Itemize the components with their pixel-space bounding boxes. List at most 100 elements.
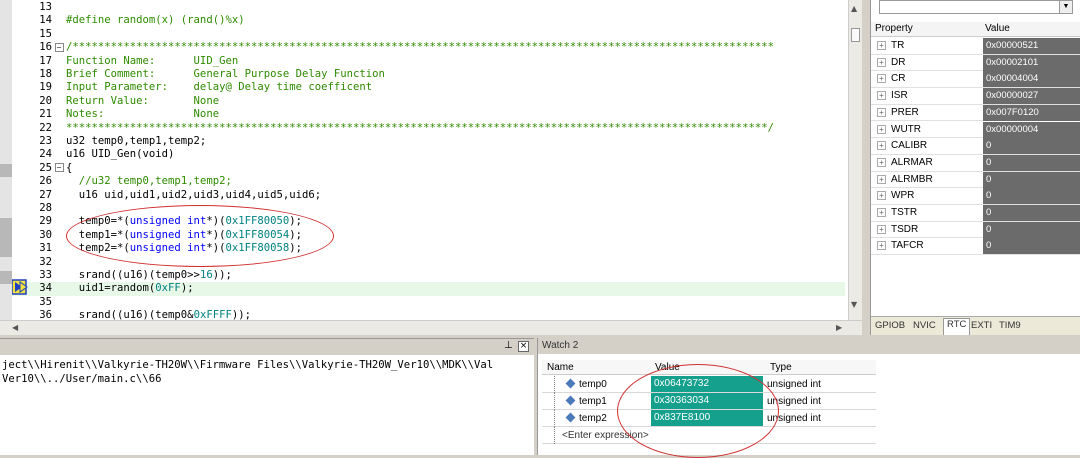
fold-gutter: − [52,162,66,175]
code-line[interactable]: 33 srand((u16)(temp0>>16)); [12,269,232,282]
watch-grid-header: Name Value Type [542,360,876,375]
collapse-icon[interactable]: − [54,163,64,173]
property-value[interactable]: 0 [983,238,1080,255]
code-token: 0x1FF80058 [225,242,290,255]
tab-nvic[interactable]: NVIC [913,320,936,331]
property-value[interactable]: 0 [983,171,1080,188]
code-editor[interactable]: 13 14 #define random(x) (rand()%x) 15 16−/**… [0,0,862,335]
property-value[interactable]: 0x00002101 [983,54,1080,71]
expand-icon[interactable]: + [877,191,886,201]
property-row[interactable]: + PRER 0x007F0120 [871,104,1080,122]
code-text: srand((u16)(temp0>>16)); [66,269,232,281]
code-line[interactable]: 32 [12,256,66,269]
watch-row[interactable]: temp0 0x06473732 unsigned int [542,376,876,393]
property-row[interactable]: + TAFCR 0 [871,238,1080,256]
tree-line [554,376,555,393]
editor-horizontal-scrollbar[interactable]: ◀ ▶ [0,320,862,335]
enter-expression-input[interactable]: <Enter expression> [562,430,649,441]
scroll-down-icon[interactable]: ▼ [851,300,857,309]
scroll-left-icon[interactable]: ◀ [12,323,18,332]
expand-icon[interactable]: + [877,91,886,101]
property-row[interactable]: + CALIBR 0 [871,138,1080,155]
property-row[interactable]: + TR 0x00000521 [871,38,1080,55]
property-row[interactable]: + TSDR 0 [871,221,1080,239]
code-line[interactable]: 25−{ [12,162,72,175]
expand-icon[interactable]: + [877,107,886,117]
property-value[interactable]: 0 [983,154,1080,171]
close-icon[interactable]: × [518,341,529,352]
code-line[interactable]: 26 //u32 temp0,temp1,temp2; [12,175,232,188]
tab-rtc[interactable]: RTC [943,318,971,335]
expand-icon[interactable]: + [877,224,886,234]
expand-icon[interactable]: + [877,241,886,251]
property-row[interactable]: + TSTR 0 [871,205,1080,222]
property-row[interactable]: + WUTR 0x00000004 [871,121,1080,139]
code-line[interactable]: 35 [12,296,66,309]
code-line[interactable]: 18 Brief Comment: General Purpose Delay F… [12,68,385,81]
code-line[interactable]: 19 Input Parameter: delay@ Delay time coe… [12,81,372,94]
watch-value[interactable]: 0x06473732 [651,376,763,392]
peripheral-select[interactable]: ▼ [879,0,1073,14]
expand-icon[interactable]: + [877,141,886,151]
property-row[interactable]: + WPR 0 [871,188,1080,205]
scroll-up-icon[interactable]: ▲ [851,4,857,13]
output-pane-titlebar: ⊥ × [0,339,534,355]
code-line[interactable]: 16−/************************************… [12,41,774,54]
pin-icon[interactable]: ⊥ [504,340,513,351]
code-line[interactable]: 17 Function Name: UID_Gen [12,55,238,68]
property-row[interactable]: + CR 0x00004004 [871,71,1080,89]
code-line[interactable]: 29 temp0=*(unsigned int*)(0x1FF80050); [12,215,302,228]
code-token: 0x1FF80054 [225,228,290,241]
property-value[interactable]: 0x00000027 [983,88,1080,105]
code-line[interactable]: 24 u16 UID_Gen(void) [12,148,174,161]
code-line[interactable]: 22 **************************************… [12,122,774,135]
expand-icon[interactable]: + [877,41,886,50]
tab-tim9[interactable]: TIM9 [999,320,1021,331]
tab-exti[interactable]: EXTI [971,320,992,331]
code-token: *)( [206,242,226,255]
watch-value[interactable]: 0x837E8100 [651,410,763,426]
property-value[interactable]: 0 [983,221,1080,238]
code-line[interactable]: 31 temp2=*(unsigned int*)(0x1FF80058); [12,242,302,255]
property-value[interactable]: 0x007F0120 [983,104,1080,121]
expand-icon[interactable]: + [877,74,886,84]
expand-icon[interactable]: + [877,174,886,184]
code-line[interactable]: 34 uid1=random(0xFF); [12,282,845,296]
property-value[interactable]: 0 [983,205,1080,221]
code-line[interactable]: 28 [12,202,66,215]
code-line[interactable]: 27 u16 uid,uid1,uid2,uid3,uid4,uid5,uid6… [12,189,321,202]
code-line[interactable]: 14 #define random(x) (rand()%x) [12,14,244,27]
property-value[interactable]: 0x00004004 [983,71,1080,88]
code-line[interactable]: 13 [12,1,66,14]
property-row[interactable]: + ISR 0x00000027 [871,88,1080,105]
code-token: temp0=*( [66,215,130,228]
scroll-right-icon[interactable]: ▶ [836,323,842,332]
expand-icon[interactable]: + [877,157,886,167]
property-value[interactable]: 0 [983,138,1080,155]
property-value[interactable]: 0 [983,188,1080,205]
expand-icon[interactable]: + [877,124,886,134]
code-token: { [66,161,73,174]
code-line[interactable]: 23 u32 temp0,temp1,temp2; [12,135,206,148]
collapse-icon[interactable]: − [54,42,64,52]
expand-icon[interactable]: + [877,208,886,217]
watch-row[interactable]: temp1 0x30363034 unsigned int [542,393,876,410]
watch-row[interactable]: temp2 0x837E8100 unsigned int [542,410,876,427]
code-line[interactable]: 30 temp1=*(unsigned int*)(0x1FF80054); [12,229,302,242]
property-row[interactable]: + ALRMAR 0 [871,154,1080,172]
code-line[interactable]: 20 Return Value: None [12,95,219,108]
property-value[interactable]: 0x00000521 [983,38,1080,54]
code-line[interactable]: 21 Notes: None [12,108,219,121]
editor-vertical-scrollbar[interactable]: ▲ ▼ [848,0,862,320]
property-value[interactable]: 0x00000004 [983,121,1080,138]
enter-expression-row[interactable]: <Enter expression> [542,427,876,444]
scroll-thumb[interactable] [851,28,860,42]
code-line[interactable]: 15 [12,28,66,41]
watch-value[interactable]: 0x30363034 [651,393,763,409]
property-row[interactable]: + ALRMBR 0 [871,171,1080,189]
chevron-down-icon[interactable]: ▼ [1059,1,1072,13]
tab-gpiob[interactable]: GPIOB [875,320,905,331]
expand-icon[interactable]: + [877,57,886,67]
code-token: Return Value: None [66,94,220,107]
property-row[interactable]: + DR 0x00002101 [871,54,1080,72]
